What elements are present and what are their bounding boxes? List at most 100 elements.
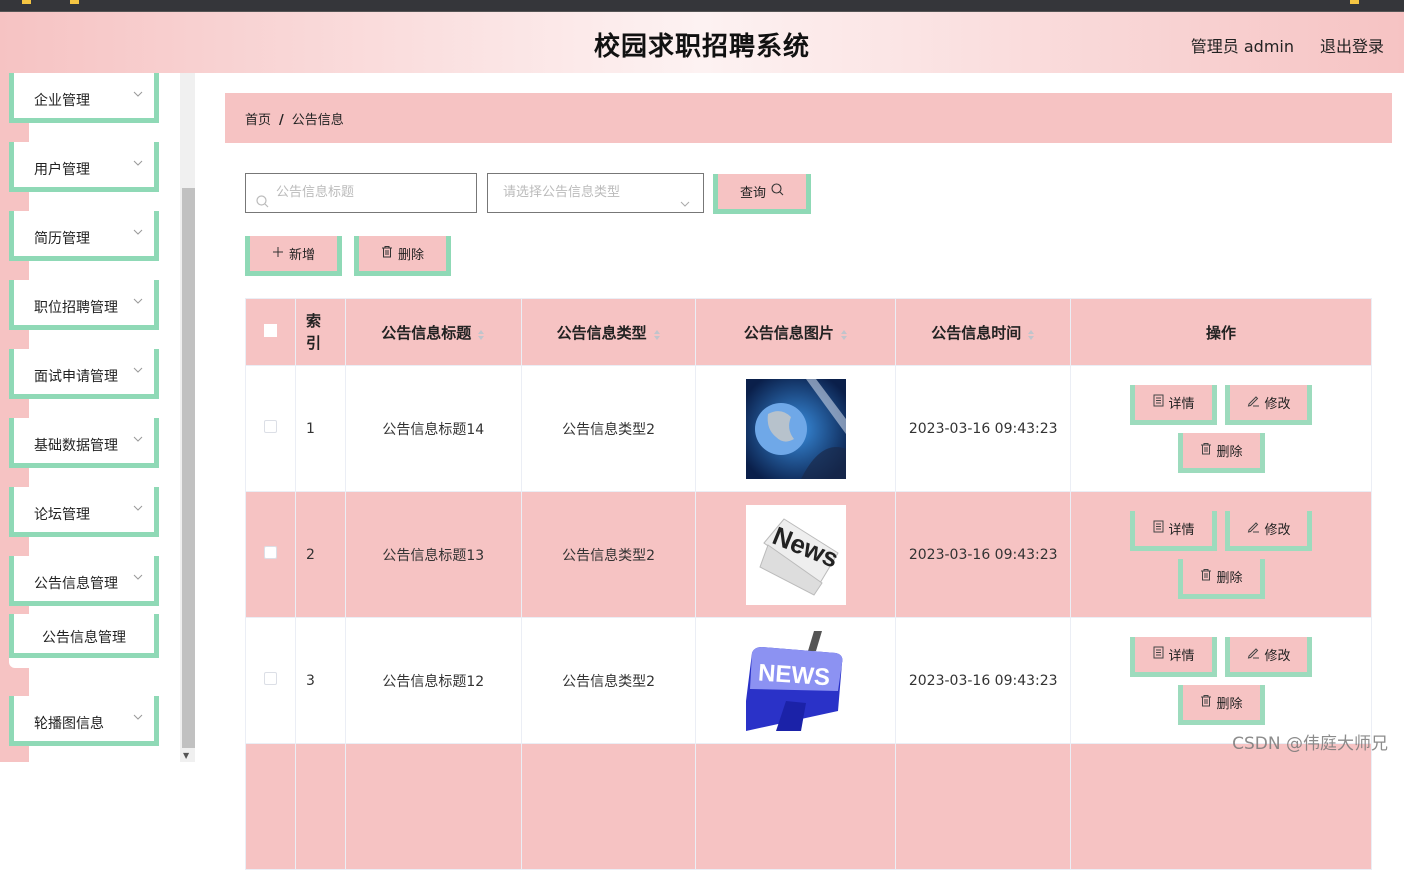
- partial-cell: [896, 744, 1071, 870]
- bookmark-icon: [70, 0, 79, 4]
- sidebar-item-label: 基础数据管理: [34, 435, 118, 455]
- column-header-type[interactable]: 公告信息类型: [521, 299, 696, 366]
- announcement-table: 索引 公告信息标题 公告信息类型 公告信息图片 公告信息时间 操作 1 公告信息…: [245, 298, 1372, 870]
- row-index: 2: [295, 492, 345, 618]
- sidebar: 企业管理 用户管理 简历管理 职位招聘管理 面试申请管理 基础数据管理 论坛管理: [0, 73, 180, 762]
- sidebar-item-users[interactable]: 用户管理: [9, 142, 159, 192]
- type-select-placeholder: 请选择公告信息类型: [503, 185, 620, 200]
- select-all-checkbox[interactable]: [264, 324, 277, 337]
- chevron-down-icon: [132, 433, 144, 445]
- row-type: 公告信息类型2: [521, 618, 696, 744]
- title-search-placeholder: 公告信息标题: [276, 185, 354, 200]
- globe-news-image[interactable]: [746, 379, 846, 479]
- scroll-down-arrow-icon[interactable]: ▼: [183, 751, 189, 760]
- sort-icon[interactable]: [1027, 327, 1035, 339]
- trash-icon: [1200, 694, 1212, 711]
- edit-button[interactable]: 修改: [1225, 637, 1312, 677]
- sidebar-item-label: 面试申请管理: [34, 366, 118, 386]
- delete-button[interactable]: 删除: [1178, 685, 1265, 725]
- current-user-label: 管理员 admin: [1191, 33, 1294, 57]
- row-checkbox[interactable]: [264, 420, 277, 433]
- select-all-cell: [246, 299, 296, 366]
- search-icon: [771, 183, 784, 200]
- detail-button[interactable]: 详情: [1130, 637, 1217, 677]
- row-image-cell: News: [696, 492, 896, 618]
- keyboard-news-image[interactable]: NEWS: [746, 631, 846, 731]
- edit-button[interactable]: 修改: [1225, 511, 1312, 551]
- bookmark-icon: [1350, 0, 1359, 4]
- table-row: 2 公告信息标题13 公告信息类型2 News 2023-03-16 09:43…: [246, 492, 1372, 618]
- chevron-down-icon: [132, 226, 144, 238]
- row-time: 2023-03-16 09:43:23: [896, 492, 1071, 618]
- document-icon: [1153, 520, 1164, 537]
- row-index: 1: [295, 366, 345, 492]
- row-image-cell: [696, 366, 896, 492]
- document-icon: [1153, 646, 1164, 663]
- batch-delete-button[interactable]: 删除: [354, 236, 451, 276]
- sidebar-item-label: 论坛管理: [34, 504, 90, 524]
- sort-icon[interactable]: [477, 327, 485, 339]
- query-button-label: 查询: [740, 182, 766, 201]
- sidebar-item-announcements[interactable]: 公告信息管理: [9, 556, 159, 606]
- partial-cell: [1071, 744, 1372, 870]
- chevron-down-icon: [132, 711, 144, 723]
- column-header-image[interactable]: 公告信息图片: [696, 299, 896, 366]
- column-header-actions: 操作: [1071, 299, 1372, 366]
- sidebar-item-carousel[interactable]: 轮播图信息: [9, 696, 159, 746]
- breadcrumb-home[interactable]: 首页: [245, 113, 271, 128]
- type-select[interactable]: 请选择公告信息类型: [487, 173, 704, 213]
- breadcrumb: 首页 / 公告信息: [225, 93, 1392, 143]
- partial-cell: [246, 744, 296, 870]
- row-index: 3: [295, 618, 345, 744]
- add-button-label: 新增: [289, 244, 315, 263]
- row-select-cell: [246, 618, 296, 744]
- title-search-input[interactable]: 公告信息标题: [245, 173, 477, 213]
- sidebar-subitem-label: 公告信息管理: [14, 627, 154, 647]
- batch-delete-label: 删除: [398, 244, 424, 263]
- delete-button[interactable]: 删除: [1178, 559, 1265, 599]
- table-header-row: 索引 公告信息标题 公告信息类型 公告信息图片 公告信息时间 操作: [246, 299, 1372, 366]
- pencil-icon: [1247, 394, 1260, 411]
- breadcrumb-current: 公告信息: [292, 113, 344, 128]
- sidebar-item-interviews[interactable]: 面试申请管理: [9, 349, 159, 399]
- sidebar-item-label: 企业管理: [34, 90, 90, 110]
- add-button[interactable]: 新增: [245, 236, 342, 276]
- chevron-down-icon: [679, 188, 691, 226]
- table-row: 3 公告信息标题12 公告信息类型2 NEWS 2023-03-16 09:43…: [246, 618, 1372, 744]
- chevron-down-icon: [132, 157, 144, 169]
- row-checkbox[interactable]: [264, 546, 277, 559]
- sidebar-item-company[interactable]: 企业管理: [9, 73, 159, 123]
- sidebar-item-resume[interactable]: 简历管理: [9, 211, 159, 261]
- query-button[interactable]: 查询: [713, 174, 811, 214]
- row-type: 公告信息类型2: [521, 492, 696, 618]
- chevron-down-icon: [132, 88, 144, 100]
- detail-button[interactable]: 详情: [1130, 385, 1217, 425]
- sidebar-item-label: 职位招聘管理: [34, 297, 118, 317]
- newspaper-news-image[interactable]: News: [746, 505, 846, 605]
- scrollbar-thumb[interactable]: [182, 188, 195, 748]
- table-row-partial: [246, 744, 1372, 870]
- sidebar-item-forum[interactable]: 论坛管理: [9, 487, 159, 537]
- edit-button[interactable]: 修改: [1225, 385, 1312, 425]
- sort-icon[interactable]: [840, 327, 848, 339]
- detail-button[interactable]: 详情: [1130, 511, 1217, 551]
- sidebar-scrollbar[interactable]: ▼: [180, 73, 195, 762]
- row-checkbox[interactable]: [264, 672, 277, 685]
- sidebar-item-jobs[interactable]: 职位招聘管理: [9, 280, 159, 330]
- trash-icon: [1200, 568, 1212, 585]
- row-title: 公告信息标题14: [345, 366, 521, 492]
- chevron-down-icon: [132, 502, 144, 514]
- browser-top-strip: [0, 0, 1404, 12]
- logout-link[interactable]: 退出登录: [1320, 33, 1384, 57]
- partial-cell: [696, 744, 896, 870]
- breadcrumb-separator: /: [279, 113, 284, 128]
- column-header-time[interactable]: 公告信息时间: [896, 299, 1071, 366]
- sort-icon[interactable]: [653, 327, 661, 339]
- sidebar-item-base-data[interactable]: 基础数据管理: [9, 418, 159, 468]
- row-title: 公告信息标题12: [345, 618, 521, 744]
- sidebar-subitem-announcement-management[interactable]: 公告信息管理: [9, 614, 159, 658]
- chevron-down-icon: [132, 364, 144, 376]
- delete-button[interactable]: 删除: [1178, 433, 1265, 473]
- bookmark-icon: [22, 0, 31, 4]
- column-header-title[interactable]: 公告信息标题: [345, 299, 521, 366]
